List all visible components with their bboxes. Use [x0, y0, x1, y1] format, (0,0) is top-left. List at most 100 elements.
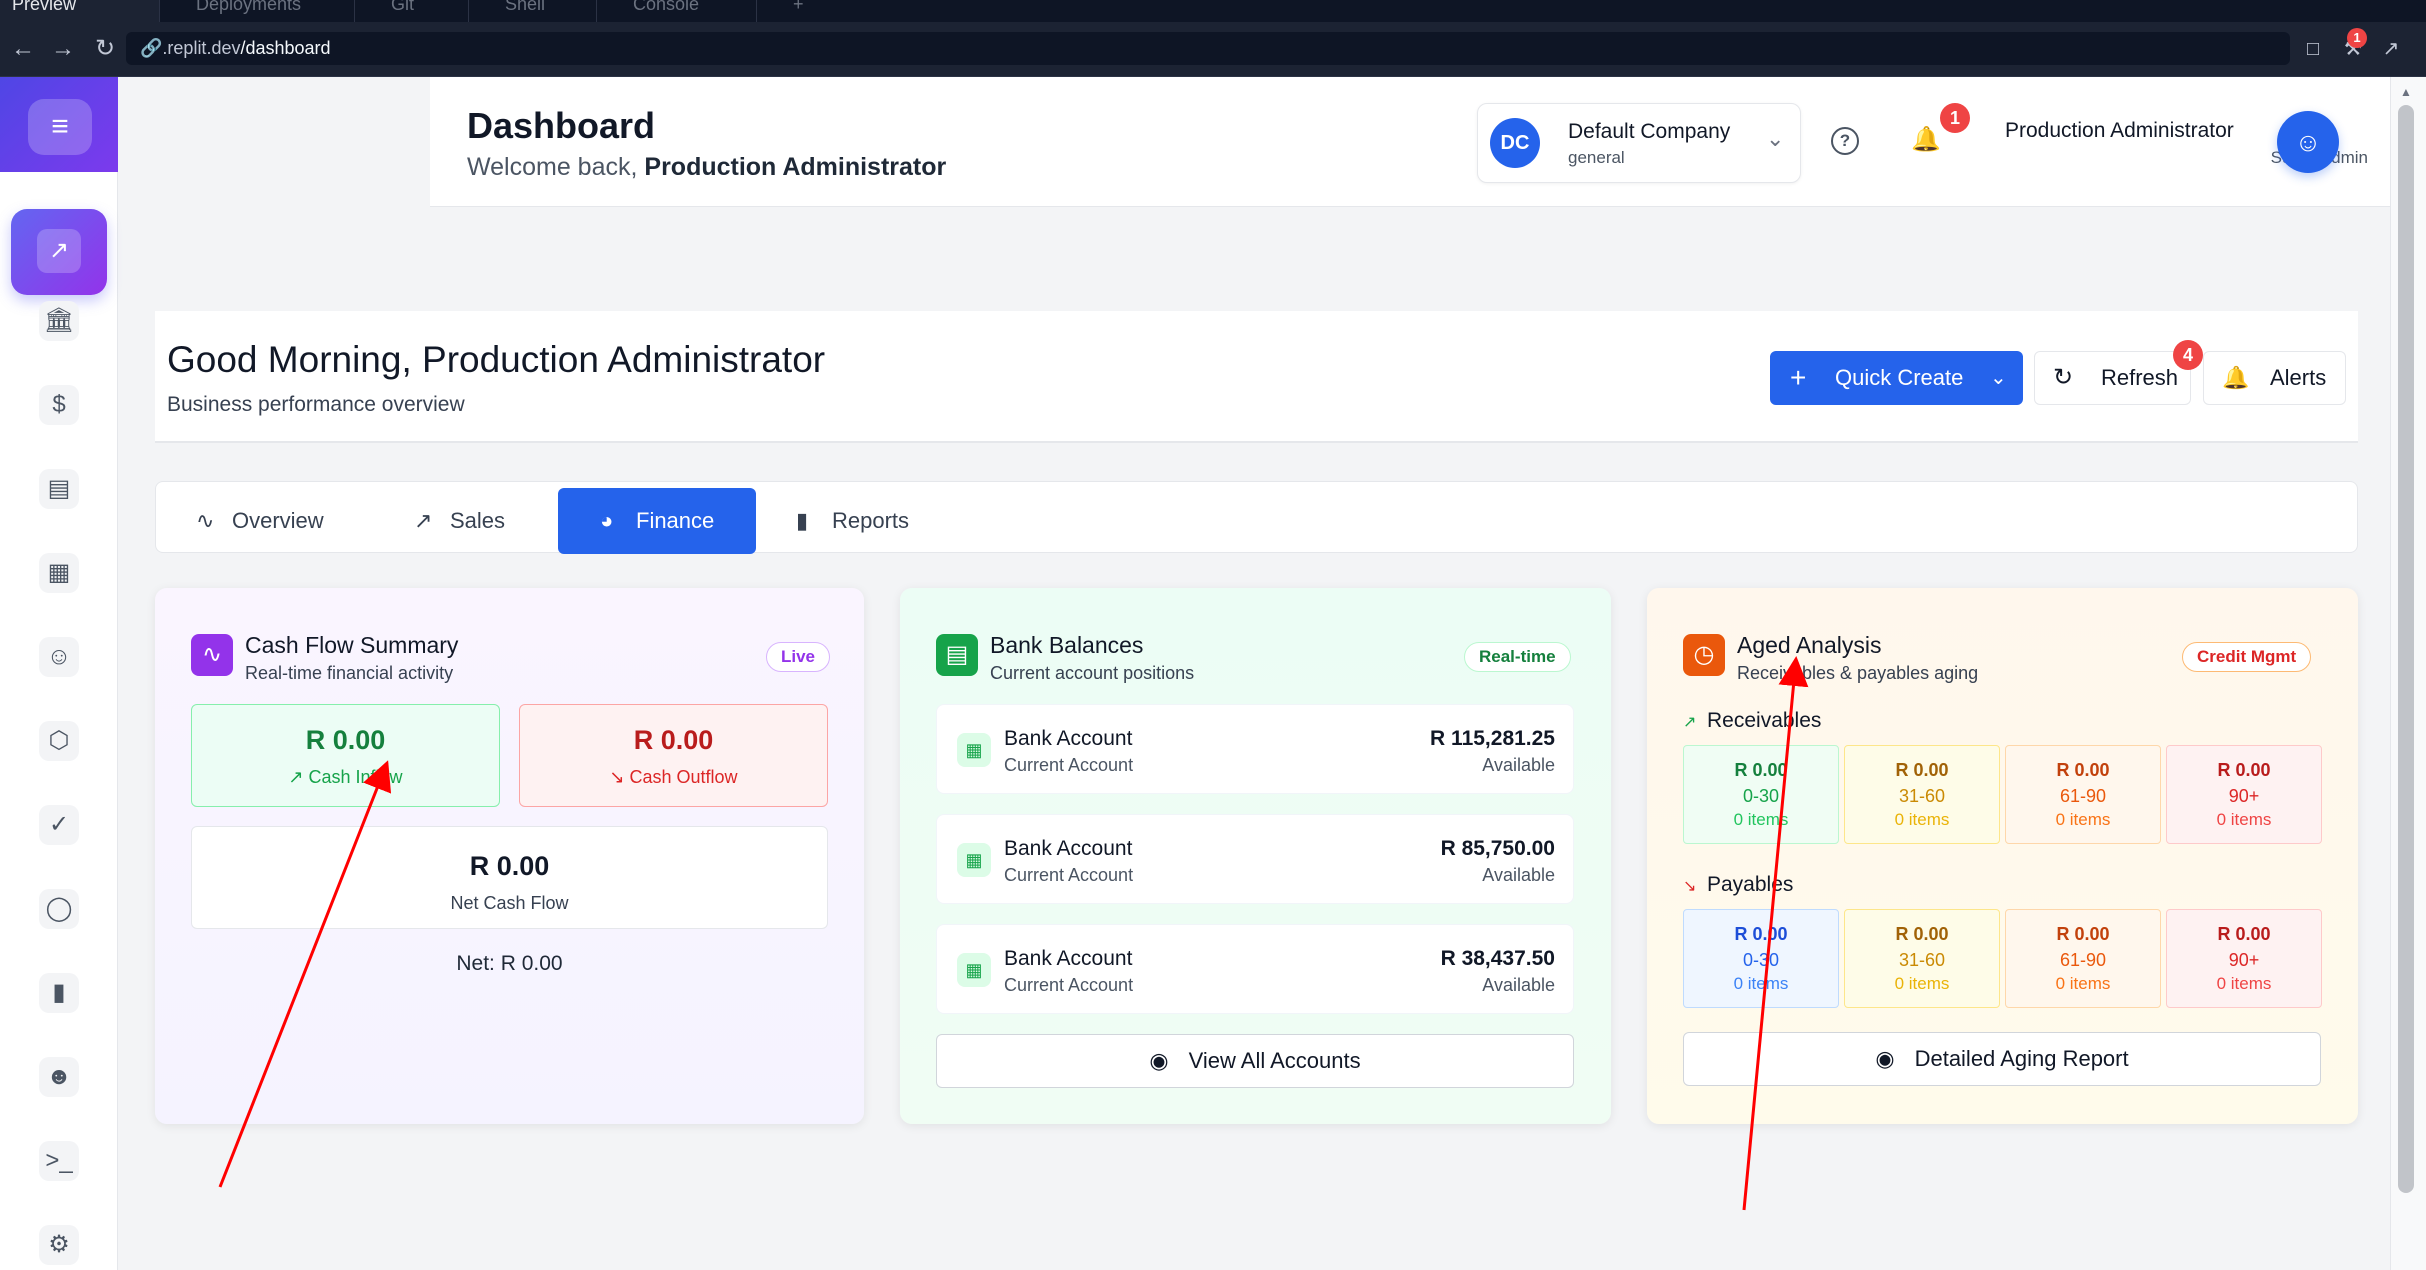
company-sub: general — [1568, 148, 1625, 167]
url-input[interactable]: 🔗.replit.dev/dashboard — [126, 32, 2290, 65]
greeting-subtitle: Business performance overview — [167, 393, 465, 416]
settings-icon[interactable]: ⚙ — [39, 1225, 79, 1265]
bucket-range: 61-90 — [2059, 786, 2107, 806]
forward-arrow-icon[interactable]: → — [50, 36, 76, 62]
back-arrow-icon[interactable]: ← — [10, 36, 36, 62]
bank-account-name: Bank Account — [1004, 727, 1133, 750]
tab-deployments-label: Deployments — [196, 0, 302, 14]
bar-chart-icon: ▮ — [796, 508, 809, 533]
receivables-bucket[interactable]: R 0.00 31-60 0 items — [1844, 745, 2000, 844]
cash-flow-subtitle: Real-time financial activity — [245, 663, 454, 683]
help-icon[interactable]: ? — [1831, 127, 1859, 155]
add-tab-button[interactable]: + — [757, 0, 807, 22]
refresh-label: Refresh — [2101, 365, 2179, 390]
bucket-range: 61-90 — [2059, 950, 2107, 970]
bank-account-row[interactable]: ▦ Bank Account Current Account R 38,437.… — [936, 924, 1574, 1014]
document-check-icon[interactable]: ✓ — [39, 805, 79, 845]
bank-account-balance: R 115,281.25 — [1430, 727, 1555, 750]
bell-icon: 🔔 — [2222, 365, 2250, 390]
bucket-count: 0 items — [1733, 974, 1789, 993]
bank-account-type: Current Account — [1004, 755, 1134, 775]
payables-bucket[interactable]: R 0.00 90+ 0 items — [2166, 909, 2322, 1008]
building-icon: ▦ — [957, 733, 991, 767]
invoice-icon[interactable]: ▤ — [39, 469, 79, 509]
welcome-name: Production Administrator — [644, 153, 947, 181]
devtools-badge: 1 — [2347, 28, 2367, 48]
dollar-icon[interactable]: $ — [39, 385, 79, 425]
alerts-button[interactable]: 🔔 Alerts — [2203, 351, 2346, 405]
bank-account-row[interactable]: ▦ Bank Account Current Account R 85,750.… — [936, 814, 1574, 904]
bucket-range: 0-30 — [1742, 950, 1780, 970]
payables-bucket[interactable]: R 0.00 0-30 0 items — [1683, 909, 1839, 1008]
bucket-amount: R 0.00 — [2217, 760, 2271, 780]
receivables-bucket[interactable]: R 0.00 0-30 0 items — [1683, 745, 1839, 844]
net-cash-flow-label: Net Cash Flow — [450, 893, 569, 913]
terminal-icon[interactable]: >_ — [39, 1141, 79, 1181]
detailed-aging-report-button[interactable]: ◉ Detailed Aging Report — [1683, 1032, 2321, 1086]
users-icon[interactable]: ☺ — [39, 637, 79, 677]
team-icon[interactable]: ☻ — [39, 1057, 79, 1097]
tab-shell[interactable]: Shell — [469, 0, 597, 22]
tab-sales-label: Sales — [450, 508, 506, 533]
receivables-bucket[interactable]: R 0.00 61-90 0 items — [2005, 745, 2161, 844]
refresh-button[interactable]: ↻ Refresh — [2034, 351, 2191, 405]
payables-bucket[interactable]: R 0.00 31-60 0 items — [1844, 909, 2000, 1008]
package-icon[interactable]: ⬡ — [39, 721, 79, 761]
bank-account-name: Bank Account — [1004, 947, 1133, 970]
open-new-tab-icon[interactable]: ↗ — [2378, 36, 2404, 62]
tab-git[interactable]: Git — [355, 0, 469, 22]
user-avatar[interactable]: ☺ — [2277, 111, 2339, 173]
tab-deployments[interactable]: Deployments — [160, 0, 355, 22]
company-selector[interactable]: DC Default Company general ⌄ — [1477, 103, 1801, 183]
tab-finance[interactable]: ◕ Finance — [558, 488, 756, 554]
welcome-text: Welcome back, Production Administrator — [467, 153, 946, 182]
tab-console[interactable]: Console — [597, 0, 757, 22]
net-cash-flow-box: R 0.00 Net Cash Flow — [191, 826, 828, 929]
payables-heading: ↘ Payables — [1683, 873, 1793, 897]
app-sidebar: ≡ ↗ 🏛 $ ▤ ▦ ☺ ⬡ ✓ ◯ ▮ ☻ >_ ⚙ — [0, 77, 118, 1270]
view-all-accounts-label: View All Accounts — [1188, 1048, 1361, 1073]
arrow-up-right-icon: ↗ — [288, 767, 309, 787]
bank-balances-title: Bank Balances — [990, 632, 1144, 658]
eye-icon: ◉ — [1875, 1046, 1895, 1071]
calculator-icon[interactable]: ▦ — [39, 553, 79, 593]
devices-icon[interactable]: □ — [2300, 36, 2326, 62]
bank-account-type: Current Account — [1004, 865, 1134, 885]
bank-account-name: Bank Account — [1004, 837, 1133, 860]
receivables-bucket[interactable]: R 0.00 90+ 0 items — [2166, 745, 2322, 844]
cash-inflow-label: ↗ Cash Inflow — [192, 767, 499, 788]
tab-overview[interactable]: ∿ Overview — [196, 488, 324, 554]
bank-account-row[interactable]: ▦ Bank Account Current Account R 115,281… — [936, 704, 1574, 794]
aged-analysis-title: Aged Analysis — [1737, 632, 1882, 658]
bucket-count: 0 items — [2055, 810, 2111, 829]
tab-shell-label: Shell — [505, 0, 546, 14]
bucket-range: 90+ — [2228, 786, 2260, 806]
refresh-icon: ↻ — [2053, 364, 2074, 391]
view-all-accounts-button[interactable]: ◉ View All Accounts — [936, 1034, 1574, 1088]
arrow-up-right-icon: ↗ — [1683, 714, 1697, 731]
address-bar: ← → ↻ 🔗.replit.dev/dashboard □ ⚒ 1 ↗ — [0, 22, 2426, 77]
app-logo[interactable]: ≡ — [0, 77, 118, 172]
shield-icon[interactable]: ◯ — [39, 889, 79, 929]
tab-reports[interactable]: ▮ Reports — [796, 488, 909, 554]
scroll-up-arrow-icon[interactable]: ▲ — [2398, 85, 2414, 99]
aged-analysis-subtitle: Receivables & payables aging — [1737, 663, 1979, 683]
tab-preview-label: Preview — [12, 0, 77, 14]
alerts-label: Alerts — [2270, 365, 2327, 390]
tab-overview-label: Overview — [232, 508, 324, 533]
building-icon: ▦ — [957, 843, 991, 877]
scrollbar-thumb[interactable] — [2398, 105, 2414, 1193]
greeting-panel: Good Morning, Production Administrator B… — [155, 311, 2358, 443]
chevron-down-icon: ⌄ — [1766, 126, 1785, 151]
dashboard-tabs: ∿ Overview ↗ Sales ◕ Finance ▮ Reports — [155, 481, 2358, 554]
bank-icon[interactable]: 🏛 — [39, 301, 79, 341]
quick-create-button[interactable]: + Quick Create ⌄ — [1770, 351, 2023, 405]
bell-icon[interactable]: 🔔 — [1911, 125, 1941, 155]
tab-preview[interactable]: Preview — [0, 0, 160, 22]
bar-chart-icon[interactable]: ▮ — [39, 973, 79, 1013]
sidebar-item-dashboard[interactable]: ↗ — [11, 209, 107, 295]
tab-sales[interactable]: ↗ Sales — [414, 488, 505, 554]
bucket-amount: R 0.00 — [2056, 924, 2110, 944]
payables-bucket[interactable]: R 0.00 61-90 0 items — [2005, 909, 2161, 1008]
reload-icon[interactable]: ↻ — [92, 36, 118, 62]
